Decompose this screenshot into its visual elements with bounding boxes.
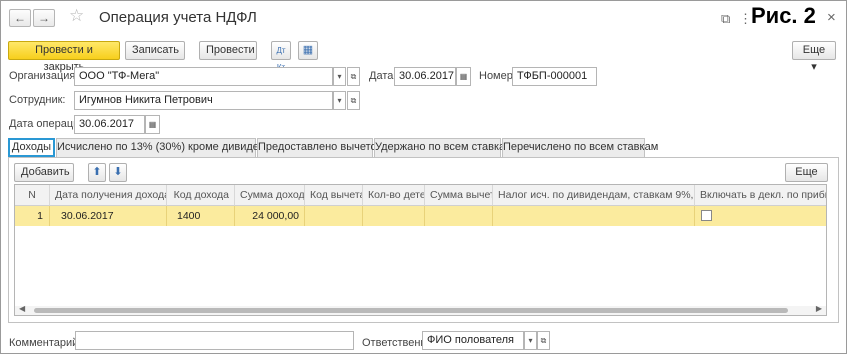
move-up-icon[interactable]: ⬆ [88,163,106,182]
date-field[interactable]: 30.06.2017 [394,67,456,86]
employee-field[interactable]: Игумнов Никита Петрович [74,91,333,110]
column-header[interactable]: N [15,185,50,206]
post-button[interactable]: Провести [199,41,257,60]
income-sum-cell[interactable]: 24 000,00 [235,206,305,226]
scroll-left-icon[interactable]: ◀ [19,304,25,313]
column-header[interactable]: Код вычета [305,185,363,206]
include-checkbox[interactable] [701,210,712,221]
favorite-star-icon[interactable]: ☆ [69,6,84,26]
income-code-cell[interactable]: 1400 [167,206,235,226]
column-header[interactable]: Налог исч. по дивидендам, ставкам 9%, 35… [493,185,695,206]
tab-deductions[interactable]: Предоставлено вычетов [257,138,382,157]
figure-label: Рис. 2 [751,3,816,28]
table-row[interactable]: 1 30.06.2017 1400 24 000,00 [15,206,826,226]
open-icon[interactable]: ⧉ [537,331,550,350]
dropdown-icon[interactable]: ▾ [333,91,346,110]
comment-field[interactable] [75,331,354,350]
horizontal-scrollbar[interactable]: ◀ ▶ [15,304,826,315]
employee-label: Сотрудник: [9,94,66,106]
scrollbar-thumb[interactable] [34,308,788,313]
scroll-right-icon[interactable]: ▶ [816,304,822,313]
comment-label: Комментарий: [9,337,82,349]
responsible-field[interactable]: ФИО полователя [422,331,524,350]
number-label: Номер: [479,70,516,82]
organization-field[interactable]: ООО "ТФ-Мега" [74,67,333,86]
organization-label: Организация: [9,70,79,82]
tab-income[interactable]: Доходы [8,138,55,157]
more-button[interactable]: Еще ▾ [792,41,836,73]
column-header[interactable]: Включать в декл. по прибыли [695,185,826,206]
tab-withheld[interactable]: Удержано по всем ставкам [374,138,513,157]
row-number: 1 [15,206,50,226]
add-button[interactable]: Добавить [14,163,74,182]
income-date-cell[interactable]: 30.06.2017 [50,206,167,226]
tab-calculated[interactable]: Исчислено по 13% (30%) кроме дивидендов [56,138,283,157]
arrow-left-icon: ← [14,11,26,25]
column-header[interactable]: Кол-во детей [363,185,425,206]
income-table[interactable]: N Дата получения дохода Код дохода Сумма… [14,184,827,316]
number-field[interactable]: ТФБП-000001 [512,67,597,86]
date-label: Дата: [369,70,397,82]
move-down-icon[interactable]: ⬇ [109,163,127,182]
post-and-close-button[interactable]: Провести и закрыть [8,41,120,73]
column-header[interactable]: Дата получения дохода [50,185,167,206]
children-count-cell[interactable] [363,206,425,226]
document-window: ← → ☆ Операция учета НДФЛ ⧉ ⋮ Рис. 2 × П… [0,0,847,354]
calendar-icon[interactable]: ▦ [145,115,160,134]
back-button[interactable]: ← [9,9,31,27]
link-icon[interactable]: ⧉ [721,11,730,27]
save-button[interactable]: Записать [125,41,185,60]
calendar-icon[interactable]: ▦ [456,67,471,86]
forward-button[interactable]: → [33,9,55,27]
deduction-sum-cell[interactable] [425,206,493,226]
open-icon[interactable]: ⧉ [347,67,360,86]
report-icon[interactable]: ▦ [298,41,318,60]
table-more-button[interactable]: Еще ▾ [785,163,828,195]
column-header[interactable]: Сумма вычета [425,185,493,206]
operation-date-field[interactable]: 30.06.2017 [74,115,145,134]
dividend-tax-cell[interactable] [493,206,695,226]
dropdown-icon[interactable]: ▾ [524,331,537,350]
tab-transferred[interactable]: Перечислено по всем ставкам [502,138,658,157]
window-title: Операция учета НДФЛ [99,9,257,26]
column-header[interactable]: Сумма дохода [235,185,305,206]
column-header[interactable]: Код дохода [167,185,235,206]
arrow-right-icon: → [38,11,50,25]
close-icon[interactable]: × [827,9,836,26]
dropdown-icon[interactable]: ▾ [333,67,346,86]
open-icon[interactable]: ⧉ [347,91,360,110]
deduction-code-cell[interactable] [305,206,363,226]
dt-kt-icon[interactable]: Дт Кт [271,41,291,72]
